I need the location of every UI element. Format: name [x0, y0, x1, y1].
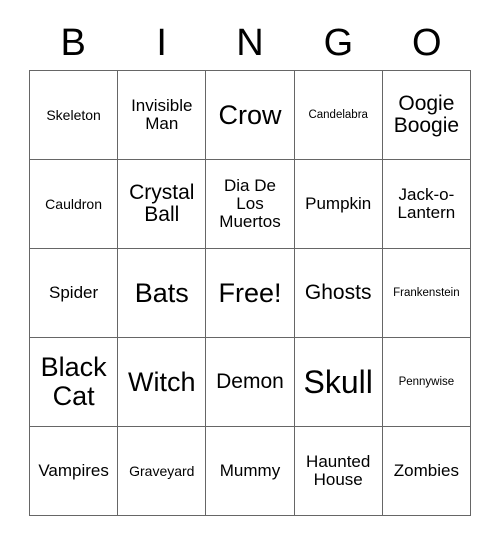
bingo-cell[interactable]: Graveyard [118, 427, 207, 516]
bingo-cell[interactable]: Candelabra [294, 71, 383, 160]
bingo-header-letter-g: G [323, 22, 354, 64]
bingo-cell-label: Zombies [393, 460, 459, 480]
bingo-cell[interactable]: Witch [118, 338, 207, 427]
bingo-cell-label: Frankenstein [393, 286, 460, 299]
bingo-cell-label: Crow [218, 99, 282, 130]
bingo-cell-label: Candelabra [308, 108, 368, 121]
bingo-cell[interactable]: Oogie Boogie [382, 71, 471, 160]
bingo-cell[interactable]: Jack-o-Lantern [382, 160, 471, 249]
bingo-cell-label: Pennywise [398, 375, 455, 388]
bingo-cell-label: Crystal Ball [129, 180, 195, 226]
bingo-header-letter-b: B [60, 22, 86, 64]
bingo-cell-label: Jack-o-Lantern [397, 184, 456, 222]
bingo-header-letter-i: I [156, 22, 167, 64]
bingo-cell[interactable]: Demon [206, 338, 295, 427]
bingo-cell-label: Pumpkin [305, 193, 372, 213]
bingo-cell[interactable]: Haunted House [294, 427, 383, 516]
bingo-cell-label: Demon [216, 369, 284, 393]
bingo-cell[interactable]: Vampires [30, 427, 119, 516]
bingo-header-letter-n: N [236, 22, 264, 64]
bingo-cell-label: Cauldron [45, 195, 102, 212]
bingo-header-letter-o: O [412, 22, 442, 64]
bingo-cell[interactable]: Mummy [206, 427, 295, 516]
bingo-cell-label: Graveyard [129, 462, 195, 479]
bingo-cell-label: Haunted House [306, 451, 371, 489]
bingo-header-row: BINGO [29, 16, 471, 70]
bingo-cell[interactable]: Bats [118, 249, 207, 338]
bingo-cell-label: Dia De Los Muertos [219, 175, 281, 232]
bingo-cell[interactable]: Crow [206, 71, 295, 160]
bingo-cell-label: Oogie Boogie [393, 91, 460, 137]
bingo-cell-label: Vampires [38, 460, 109, 480]
bingo-cell-label: Spider [49, 282, 99, 302]
bingo-cell[interactable]: Black Cat [30, 338, 119, 427]
bingo-cell-label: Invisible Man [131, 95, 193, 133]
bingo-cell[interactable]: Invisible Man [118, 71, 207, 160]
bingo-card: B I N G O Skeleton Invisible Man Crow Candelabr… [0, 0, 500, 544]
bingo-cell[interactable]: Pumpkin [294, 160, 383, 249]
bingo-cell-label: Witch [128, 366, 196, 397]
bingo-cell-label: Skeleton [46, 106, 101, 123]
bingo-cell[interactable]: Frankenstein [382, 249, 471, 338]
bingo-cell[interactable]: Crystal Ball [118, 160, 207, 249]
bingo-cell-label: Skull [303, 363, 373, 400]
bingo-cell[interactable]: Pennywise [382, 338, 471, 427]
bingo-cell-label: Free! [218, 277, 282, 308]
bingo-grid: Skeleton Invisible Man Crow Candelabra Oogie… [29, 70, 471, 516]
bingo-cell[interactable]: Skull [294, 338, 383, 427]
bingo-cell[interactable]: Dia De Los Muertos [206, 160, 295, 249]
bingo-cell[interactable]: Skeleton [30, 71, 119, 160]
bingo-cell[interactable]: Spider [30, 249, 119, 338]
bingo-cell[interactable]: Ghosts [294, 249, 383, 338]
bingo-cell-label: Bats [134, 277, 189, 308]
bingo-cell[interactable]: Zombies [382, 427, 471, 516]
bingo-cell[interactable]: Cauldron [30, 160, 119, 249]
bingo-cell-label: Mummy [219, 460, 281, 480]
bingo-cell-label: Black Cat [40, 352, 107, 411]
bingo-cell-free-space[interactable]: Free! [206, 249, 295, 338]
bingo-cell-label: Ghosts [304, 280, 372, 304]
